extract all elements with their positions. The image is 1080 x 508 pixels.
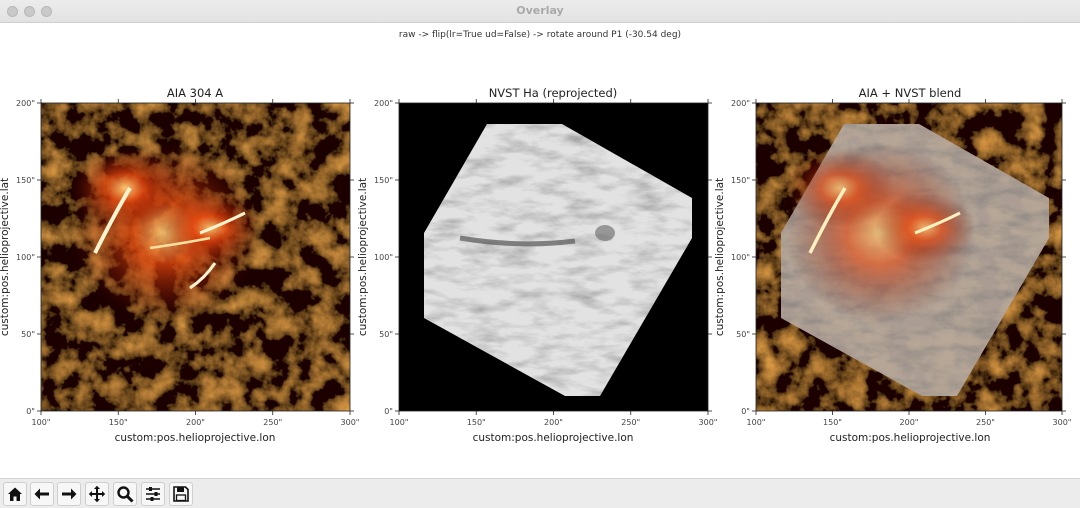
- panel-title: AIA 304 A: [167, 86, 223, 100]
- x-tick-label: 100": [747, 418, 766, 427]
- y-tick-label: 200": [731, 99, 750, 108]
- navigation-toolbar: [0, 478, 1080, 508]
- y-tick-label: 50": [379, 330, 393, 339]
- y-tick-label: 100": [731, 253, 750, 262]
- y-tick-label: 50": [736, 330, 750, 339]
- x-tick-label: 300": [1053, 418, 1072, 427]
- x-tick-label: 100": [390, 418, 409, 427]
- y-tick-label: 150": [374, 176, 393, 185]
- y-tick-label: 100": [374, 253, 393, 262]
- save-button[interactable]: [169, 482, 193, 506]
- x-tick-label: 100": [32, 418, 51, 427]
- panel-aia: AIA 304 A: [40, 86, 351, 412]
- y-axis-label: custom:pos.helioprojective.lat: [357, 178, 369, 336]
- x-tick-label: 300": [699, 418, 718, 427]
- y-tick-label: 200": [16, 99, 35, 108]
- home-icon: [8, 487, 22, 501]
- x-axis-label: custom:pos.helioprojective.lon: [473, 432, 634, 444]
- x-tick-label: 200": [544, 418, 563, 427]
- y-tick-label: 0": [26, 407, 35, 416]
- x-tick-label: 300": [341, 418, 360, 427]
- x-axis-label: custom:pos.helioprojective.lon: [115, 432, 276, 444]
- x-tick-label: 250": [263, 418, 282, 427]
- forward-button[interactable]: [57, 482, 81, 506]
- x-tick-label: 200": [900, 418, 919, 427]
- move-icon: [88, 485, 106, 503]
- back-button[interactable]: [30, 482, 54, 506]
- y-tick-label: 150": [731, 176, 750, 185]
- arrow-left-icon: [34, 488, 49, 500]
- y-tick-label: 50": [21, 330, 35, 339]
- x-tick-label: 200": [186, 418, 205, 427]
- y-tick-label: 200": [374, 99, 393, 108]
- y-tick-label: 150": [16, 176, 35, 185]
- y-tick-label: 0": [741, 407, 750, 416]
- arrow-right-icon: [62, 488, 77, 500]
- panel-title: AIA + NVST blend: [859, 86, 962, 100]
- x-tick-label: 150": [823, 418, 842, 427]
- floppy-icon: [173, 486, 189, 502]
- panel-nvst: NVST Ha (reprojected): [398, 86, 709, 412]
- zoom-button[interactable]: [113, 482, 137, 506]
- pan-button[interactable]: [85, 482, 109, 506]
- sliders-icon: [146, 487, 160, 501]
- x-axis-label: custom:pos.helioprojective.lon: [830, 432, 991, 444]
- figure-canvas[interactable]: AIA 304 A NVST Ha (reprojected) AIA + NV…: [0, 23, 1080, 478]
- y-axis-label: custom:pos.helioprojective.lat: [0, 178, 11, 336]
- home-button[interactable]: [3, 482, 27, 506]
- y-tick-label: 0": [384, 407, 393, 416]
- x-tick-label: 150": [467, 418, 486, 427]
- panel-blend: AIA + NVST blend: [755, 86, 1063, 412]
- x-tick-label: 150": [109, 418, 128, 427]
- magnifier-icon: [117, 486, 134, 503]
- panel-title: NVST Ha (reprojected): [489, 86, 618, 100]
- x-tick-label: 250": [621, 418, 640, 427]
- y-tick-label: 100": [16, 253, 35, 262]
- window-titlebar: Overlay: [0, 0, 1080, 23]
- x-tick-label: 250": [976, 418, 995, 427]
- blend-image: [756, 103, 1062, 411]
- configure-subplots-button[interactable]: [141, 482, 165, 506]
- y-axis-label: custom:pos.helioprojective.lat: [714, 178, 726, 336]
- window-title: Overlay: [516, 4, 564, 17]
- aia-image: [41, 103, 350, 411]
